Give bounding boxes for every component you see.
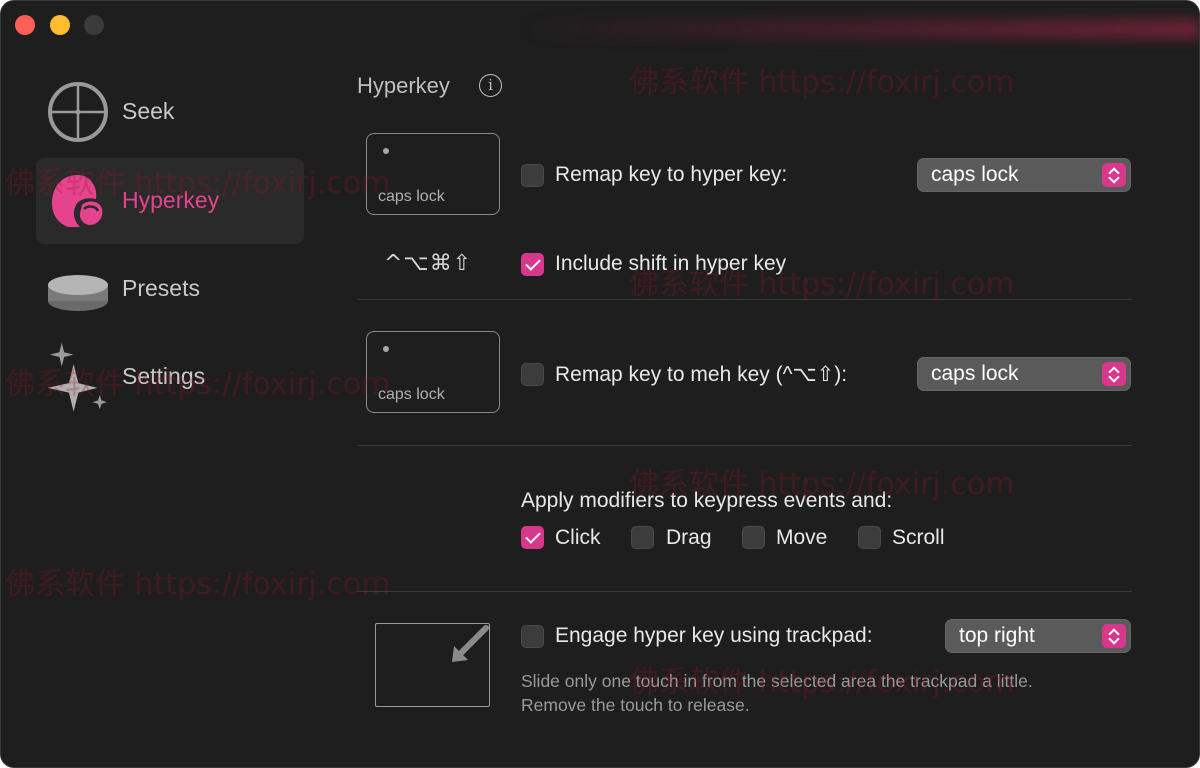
trackpad-corner-select[interactable]: top right [945, 619, 1131, 653]
trackpad-corner-select-value: top right [959, 624, 1035, 647]
watermark: 佛系软件 https://foxirj.com [629, 665, 1015, 700]
include-shift-checkbox[interactable] [521, 253, 544, 276]
meh-key-select[interactable]: caps lock [917, 357, 1131, 391]
trackpad-preview [375, 623, 490, 707]
crosshair-icon [48, 82, 108, 142]
watermark: 佛系软件 https://foxirj.com [5, 567, 391, 602]
watermark: 佛系软件 https://foxirj.com [629, 65, 1015, 100]
scroll-label: Scroll [892, 526, 945, 549]
watermark: 佛系软件 https://foxirj.com [629, 267, 1015, 302]
app-window: Seek Hyperkey Presets Settings Hyperkey … [0, 0, 1200, 768]
trackpad-checkbox[interactable] [521, 625, 544, 648]
remap-hyper-label: Remap key to hyper key: [555, 163, 788, 186]
drag-checkbox[interactable] [631, 526, 654, 549]
hyper-key-select[interactable]: caps lock [917, 158, 1131, 192]
keycap-dot [383, 148, 389, 154]
chevron-up-down-icon [1102, 163, 1126, 187]
sidebar-item-seek[interactable]: Seek [36, 69, 304, 155]
chevron-up-down-icon [1102, 362, 1126, 386]
watermark: 佛系软件 https://foxirj.com [5, 166, 391, 201]
sidebar-item-label: Seek [122, 98, 175, 124]
remap-meh-label: Remap key to meh key (^⌥⇧): [555, 363, 848, 386]
hyper-key-select-value: caps lock [931, 163, 1019, 186]
zoom-window-button[interactable] [84, 15, 104, 35]
chevron-up-down-icon [1102, 624, 1126, 648]
titlebar-glow [521, 19, 1199, 39]
remap-hyper-checkbox[interactable] [521, 164, 544, 187]
arrow-icon [452, 625, 489, 662]
drag-label: Drag [666, 526, 712, 549]
remap-meh-checkbox[interactable] [521, 363, 544, 386]
move-label: Move [776, 526, 828, 549]
page-title: Hyperkey [357, 73, 450, 98]
keycap-dot [383, 346, 389, 352]
info-icon[interactable]: i [479, 74, 502, 97]
hyper-modifier-symbols: ^⌥⌘⇧ [384, 251, 473, 276]
meh-key-select-value: caps lock [931, 362, 1019, 385]
click-label: Click [555, 526, 601, 549]
divider [357, 591, 1132, 592]
scroll-checkbox[interactable] [858, 526, 881, 549]
stack-icon [48, 275, 108, 311]
sidebar-item-presets[interactable]: Presets [36, 246, 304, 332]
move-checkbox[interactable] [742, 526, 765, 549]
sidebar-item-label: Presets [122, 275, 200, 301]
divider [357, 445, 1132, 446]
watermark: 佛系软件 https://foxirj.com [629, 467, 1015, 502]
watermark: 佛系软件 https://foxirj.com [5, 367, 391, 402]
trackpad-label: Engage hyper key using trackpad: [555, 624, 873, 647]
close-window-button[interactable] [15, 15, 35, 35]
minimize-window-button[interactable] [50, 15, 70, 35]
click-checkbox[interactable] [521, 526, 544, 549]
